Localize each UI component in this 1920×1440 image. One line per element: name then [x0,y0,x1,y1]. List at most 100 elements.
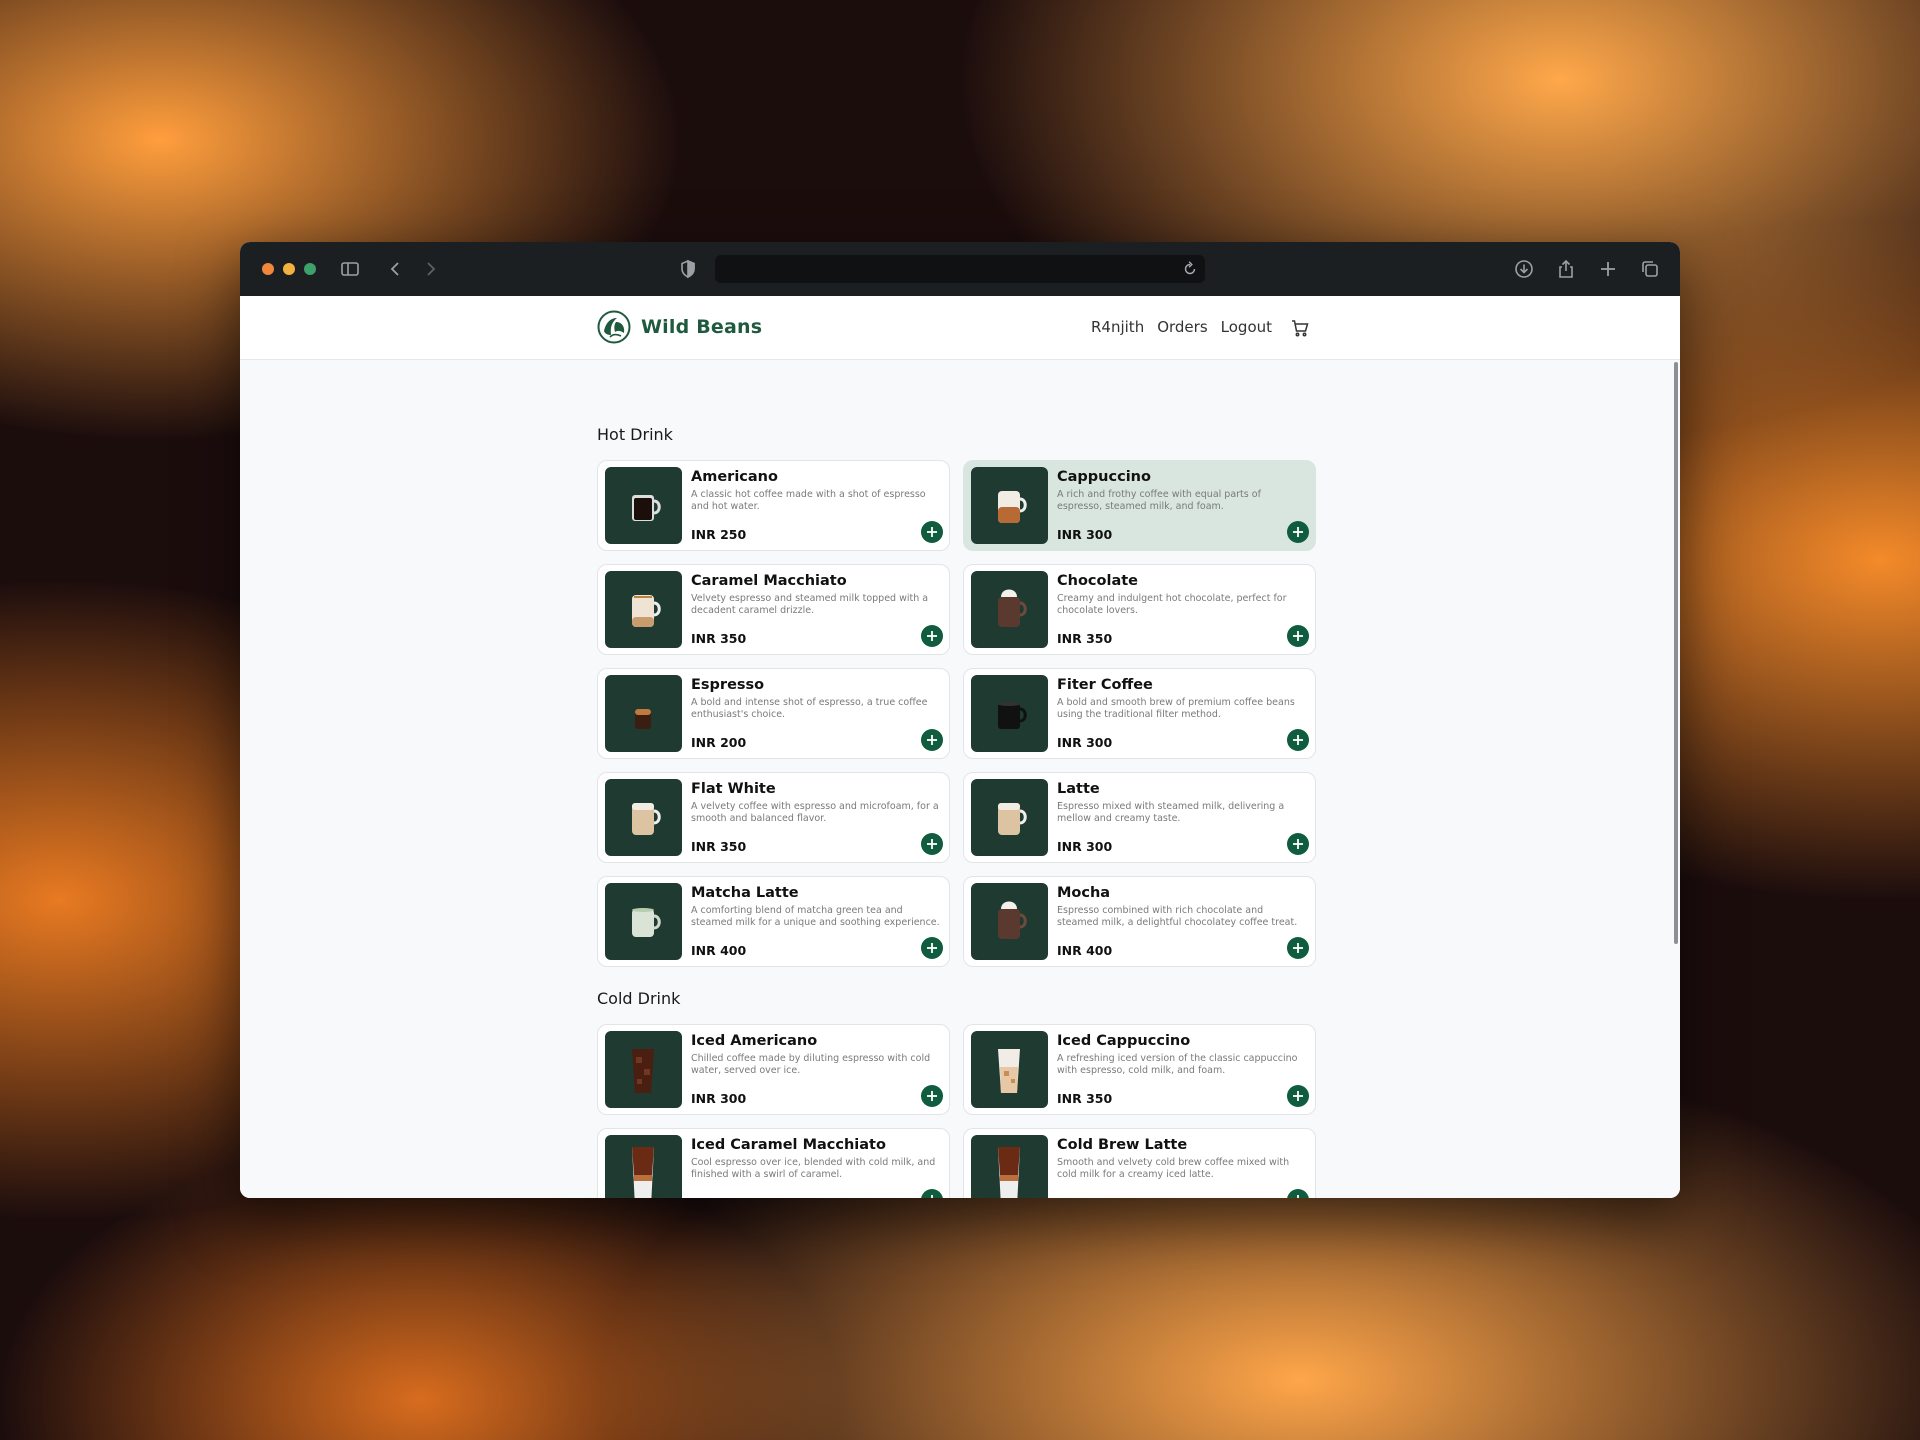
add-to-cart-button[interactable] [1287,625,1309,647]
web-page: Wild Beans R4njith Orders Logout Hot Dri… [240,296,1680,1198]
item-name: Caramel Macchiato [691,573,847,589]
item-price: INR 400 [1057,943,1113,958]
menu-item-card[interactable]: Cold Brew Latte Smooth and velvety cold b… [963,1128,1316,1198]
item-price: INR 350 [1057,631,1113,646]
item-price: INR 300 [1057,527,1113,542]
brand[interactable]: Wild Beans [597,310,762,344]
nav-logout-link[interactable]: Logout [1221,318,1272,336]
item-name: Chocolate [1057,573,1139,589]
drink-image [605,467,682,544]
share-icon[interactable] [1556,259,1576,279]
item-price: INR 350 [691,631,747,646]
add-to-cart-button[interactable] [921,729,943,751]
add-to-cart-button[interactable] [1287,1085,1309,1107]
forward-icon[interactable] [420,259,440,279]
plus-icon [1297,1195,1299,1198]
item-description: A refreshing iced version of the classic… [1057,1053,1298,1076]
shield-icon[interactable] [678,259,698,279]
back-icon[interactable] [386,259,406,279]
item-description: A comforting blend of matcha green tea a… [691,905,940,928]
reload-icon[interactable] [1181,260,1199,278]
minimize-window-button[interactable] [283,263,295,275]
plus-icon [1293,527,1303,537]
drink-image [971,675,1048,752]
site-header: Wild Beans R4njith Orders Logout [240,296,1680,360]
address-bar[interactable] [715,255,1205,283]
plus-icon [927,1091,937,1101]
item-description: Cool espresso over ice, blended with col… [691,1157,936,1180]
drink-image [971,571,1048,648]
drink-image [605,883,682,960]
add-to-cart-button[interactable] [921,937,943,959]
drink-image [605,1031,682,1108]
item-name: Iced Cappuccino [1057,1033,1191,1049]
menu-grid-cold: Iced Americano Chilled coffee made by dil… [597,1024,1317,1198]
add-to-cart-button[interactable] [1287,1189,1309,1198]
item-name: Flat White [691,781,776,797]
plus-icon [927,839,937,849]
wild-beans-logo-icon [597,310,631,344]
menu-item-card[interactable]: Flat White A velvety coffee with espresso… [597,772,950,863]
menu-item-card[interactable]: Cappuccino A rich and frothy coffee with … [963,460,1316,551]
drink-image [971,779,1048,856]
item-name: Cold Brew Latte [1057,1137,1188,1153]
add-to-cart-button[interactable] [921,521,943,543]
drink-image [605,1135,682,1198]
plus-icon [931,1195,933,1198]
drink-image [605,675,682,752]
menu-item-card[interactable]: Iced Cappuccino A refreshing iced version… [963,1024,1316,1115]
menu-item-card[interactable]: Mocha Espresso combined with rich chocola… [963,876,1316,967]
menu-item-card[interactable]: Fiter Coffee A bold and smooth brew of pr… [963,668,1316,759]
item-description: A bold and smooth brew of premium coffee… [1057,697,1295,720]
item-name: Iced Caramel Macchiato [691,1137,886,1153]
sidebar-icon[interactable] [340,259,360,279]
menu-item-card[interactable]: Latte Espresso mixed with steamed milk, d… [963,772,1316,863]
nav-user-link[interactable]: R4njith [1091,318,1144,336]
item-description: Chilled coffee made by diluting espresso… [691,1053,931,1076]
item-description: Smooth and velvety cold brew coffee mixe… [1057,1157,1290,1180]
add-to-cart-button[interactable] [921,1085,943,1107]
page-scrollbar[interactable] [1674,362,1678,944]
close-window-button[interactable] [262,263,274,275]
section-title: Cold Drink [597,989,681,1008]
add-to-cart-button[interactable] [1287,521,1309,543]
item-description: A velvety coffee with espresso and micro… [691,801,939,824]
tabs-icon[interactable] [1640,259,1660,279]
item-name: Americano [691,469,778,485]
zoom-window-button[interactable] [304,263,316,275]
plus-icon [927,735,937,745]
add-to-cart-button[interactable] [1287,729,1309,751]
drink-image [605,571,682,648]
plus-icon [1293,839,1303,849]
item-price: INR 300 [1057,839,1113,854]
item-price: INR 350 [691,839,747,854]
drink-image [971,467,1048,544]
item-description: Espresso mixed with steamed milk, delive… [1057,801,1285,824]
plus-icon [927,631,937,641]
add-to-cart-button[interactable] [921,833,943,855]
menu-content: Hot Drink Americano A classic hot coffee … [597,360,1317,1198]
menu-item-card[interactable]: Iced Caramel Macchiato Cool espresso over… [597,1128,950,1198]
menu-item-card[interactable]: Matcha Latte A comforting blend of matcha… [597,876,950,967]
menu-item-card[interactable]: Espresso A bold and intense shot of espre… [597,668,950,759]
item-name: Fiter Coffee [1057,677,1153,693]
add-to-cart-button[interactable] [921,1189,943,1198]
plus-icon [1293,943,1303,953]
drink-image [971,883,1048,960]
add-to-cart-button[interactable] [921,625,943,647]
cart-icon[interactable] [1290,318,1310,338]
add-to-cart-button[interactable] [1287,937,1309,959]
download-icon[interactable] [1514,259,1534,279]
new-tab-icon[interactable] [1598,259,1618,279]
nav-orders-link[interactable]: Orders [1157,318,1207,336]
plus-icon [927,943,937,953]
menu-item-card[interactable]: Caramel Macchiato Velvety espresso and st… [597,564,950,655]
item-description: Espresso combined with rich chocolate an… [1057,905,1298,928]
item-price: INR 400 [691,943,747,958]
item-name: Latte [1057,781,1100,797]
menu-item-card[interactable]: Chocolate Creamy and indulgent hot chocol… [963,564,1316,655]
menu-item-card[interactable]: Americano A classic hot coffee made with … [597,460,950,551]
add-to-cart-button[interactable] [1287,833,1309,855]
menu-item-card[interactable]: Iced Americano Chilled coffee made by dil… [597,1024,950,1115]
item-description: A bold and intense shot of espresso, a t… [691,697,928,720]
